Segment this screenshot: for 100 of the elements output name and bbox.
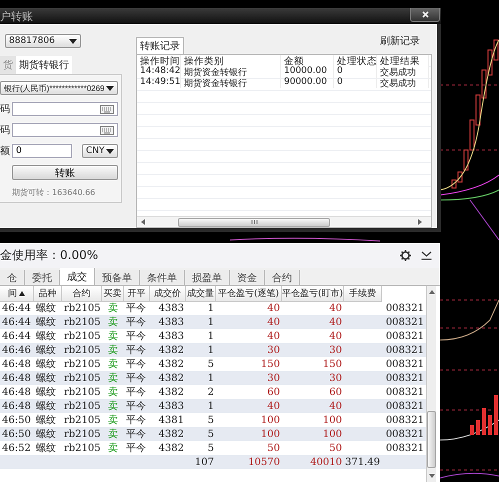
table-cell-text: 40 bbox=[328, 330, 343, 343]
table-row[interactable]: 46:50 螺纹 rb2105 卖 平今 4382 5 100 100 008321 bbox=[0, 427, 426, 441]
tab[interactable]: 委托 bbox=[25, 270, 60, 285]
tab[interactable]: 成交 bbox=[60, 268, 95, 285]
table-cell-text: 4383 bbox=[158, 302, 185, 315]
table-cell-text: 平今 bbox=[125, 442, 147, 455]
tab[interactable]: 条件单 bbox=[140, 270, 185, 285]
table-cell-text: 4382 bbox=[158, 442, 185, 455]
total-cell-text: 40010 bbox=[309, 456, 343, 469]
table-cell-text: 4381 bbox=[158, 414, 185, 427]
column-header[interactable]: 成交价 bbox=[150, 286, 186, 302]
table-row[interactable]: 46:46 螺纹 rb2105 卖 平今 4382 1 30 30 008321 bbox=[0, 343, 426, 357]
scrollbar-thumb[interactable] bbox=[178, 218, 330, 226]
table-row[interactable]: 46:44 螺纹 rb2105 卖 平今 4383 1 40 40 008321 bbox=[0, 329, 426, 343]
transfer-button[interactable]: 转账 bbox=[12, 165, 118, 180]
table-cell-text: rb2105 bbox=[63, 400, 102, 413]
table-cell: 0 bbox=[334, 66, 377, 77]
column-header[interactable]: 平仓盈亏(盯市) bbox=[282, 286, 344, 302]
table-cell-text: 卖 bbox=[107, 330, 119, 343]
column-header[interactable]: 平仓盈亏(逐笔) bbox=[216, 286, 282, 302]
table-cell-text: 46:52 bbox=[1, 442, 32, 455]
table-row[interactable]: 46:48 螺纹 rb2105 卖 平今 4383 1 40 40 008321 bbox=[0, 399, 426, 413]
table-cell-text: rb2105 bbox=[63, 386, 102, 399]
table-cell-text: 卖 bbox=[107, 344, 119, 357]
table-row[interactable]: 46:48 螺纹 rb2105 卖 平今 4382 2 60 60 008321 bbox=[0, 385, 426, 399]
column-header[interactable]: 间 bbox=[0, 286, 34, 302]
scroll-left-icon[interactable] bbox=[141, 219, 146, 225]
table-cell-text: 008321 bbox=[384, 372, 425, 385]
scrollbar-thumb[interactable] bbox=[427, 411, 436, 468]
bank-account-dropdown[interactable]: 银行(人民币)************0269 bbox=[0, 81, 118, 95]
table-cell-text: 平今 bbox=[125, 316, 147, 329]
table-cell: 交易成功 bbox=[377, 66, 429, 77]
password-field[interactable] bbox=[12, 102, 118, 116]
account-dropdown[interactable]: 88817806 bbox=[5, 34, 81, 48]
table-cell-text: 46:48 bbox=[1, 386, 32, 399]
table-cell: 期货资金转银行 bbox=[181, 77, 281, 88]
tab[interactable]: 合约 bbox=[265, 270, 300, 285]
column-header[interactable]: 买卖 bbox=[102, 286, 124, 302]
table-cell-text: 008321 bbox=[384, 428, 425, 441]
scrollbar[interactable] bbox=[426, 286, 436, 482]
scroll-down-icon[interactable] bbox=[428, 474, 434, 478]
amount-field[interactable]: 0 bbox=[12, 144, 72, 158]
column-header[interactable]: 成交量 bbox=[186, 286, 216, 302]
table-cell-text: 40 bbox=[266, 302, 281, 315]
table-cell: 90000.00 bbox=[281, 77, 334, 88]
collapse-icon[interactable] bbox=[421, 251, 432, 260]
table-cell-text: 平今 bbox=[125, 344, 147, 357]
column-header[interactable]: 合约 bbox=[62, 286, 102, 302]
table-cell-text: 卖 bbox=[107, 358, 119, 371]
tab[interactable]: 期货转银行 bbox=[16, 56, 72, 74]
table-cell-text: 螺纹 bbox=[35, 302, 57, 315]
table-cell-text: 46:44 bbox=[1, 302, 32, 315]
tab[interactable]: 资金 bbox=[230, 270, 265, 285]
table-cell-text: 平今 bbox=[125, 358, 147, 371]
refresh-link[interactable]: 刷新记录 bbox=[380, 34, 420, 48]
scroll-up-icon[interactable] bbox=[428, 290, 434, 294]
table-cell-text: 螺纹 bbox=[35, 358, 57, 371]
column-header[interactable]: 开平 bbox=[124, 286, 150, 302]
total-cell-text: 107 bbox=[194, 456, 215, 469]
table-row[interactable]: 46:48 螺纹 rb2105 卖 平今 4382 5 150 150 008321 bbox=[0, 357, 426, 371]
tab[interactable]: 转账记录 bbox=[136, 37, 184, 54]
keyboard-icon bbox=[100, 104, 114, 114]
column-header[interactable]: 处理结果 bbox=[377, 55, 429, 68]
column-header[interactable]: 品种 bbox=[34, 286, 62, 302]
table-cell-text: rb2105 bbox=[63, 330, 102, 343]
table-cell-text: 平今 bbox=[125, 302, 147, 315]
table-cell-text: 卖 bbox=[107, 372, 119, 385]
volume-bar bbox=[494, 395, 498, 435]
tab[interactable]: 损盈单 bbox=[185, 270, 230, 285]
column-header[interactable]: 金额 bbox=[281, 55, 334, 68]
table-cell-text: 4382 bbox=[158, 386, 185, 399]
table-cell-text: 60 bbox=[328, 386, 343, 399]
scroll-right-icon[interactable] bbox=[418, 219, 423, 225]
table-cell: 14:48:42 bbox=[137, 66, 181, 77]
table-cell-text: 4383 bbox=[158, 316, 185, 329]
column-header[interactable]: 处理状态 bbox=[334, 55, 377, 68]
table-cell-text: rb2105 bbox=[63, 372, 102, 385]
table-row[interactable]: 46:44 螺纹 rb2105 卖 平今 4383 1 40 40 008321 bbox=[0, 315, 426, 329]
column-header[interactable]: 操作类别 bbox=[181, 55, 281, 68]
table-row[interactable]: 46:52 螺纹 rb2105 卖 平今 4382 5 50 50 008321 bbox=[0, 441, 426, 455]
table-cell-text: 40 bbox=[328, 302, 343, 315]
table-cell-text: 螺纹 bbox=[35, 330, 57, 343]
table-cell-text: 008321 bbox=[384, 414, 425, 427]
tab[interactable]: 预备单 bbox=[95, 270, 140, 285]
table-cell-text: 卖 bbox=[107, 386, 119, 399]
field-label: 额 bbox=[0, 144, 10, 158]
settings-icon[interactable] bbox=[400, 250, 411, 261]
table-row[interactable]: 46:48 螺纹 rb2105 卖 平今 4382 1 30 30 008321 bbox=[0, 371, 426, 385]
table-row[interactable]: 46:50 螺纹 rb2105 卖 平今 4381 5 100 100 008321 bbox=[0, 413, 426, 427]
table-row[interactable]: 46:44 螺纹 rb2105 卖 平今 4383 1 40 40 008321 bbox=[0, 301, 426, 315]
total-cell-text: 10570 bbox=[247, 456, 281, 469]
tab[interactable]: 仓 bbox=[0, 270, 25, 285]
currency-dropdown[interactable]: CNY bbox=[82, 144, 118, 158]
table-cell-text: 平今 bbox=[125, 372, 147, 385]
volume-bar bbox=[476, 420, 480, 435]
table-cell-text: 1 bbox=[206, 400, 215, 413]
close-button[interactable] bbox=[410, 8, 440, 22]
password-field[interactable] bbox=[12, 123, 118, 137]
table-cell-text: 46:44 bbox=[1, 330, 32, 343]
column-header[interactable]: 手续费 bbox=[344, 286, 382, 302]
